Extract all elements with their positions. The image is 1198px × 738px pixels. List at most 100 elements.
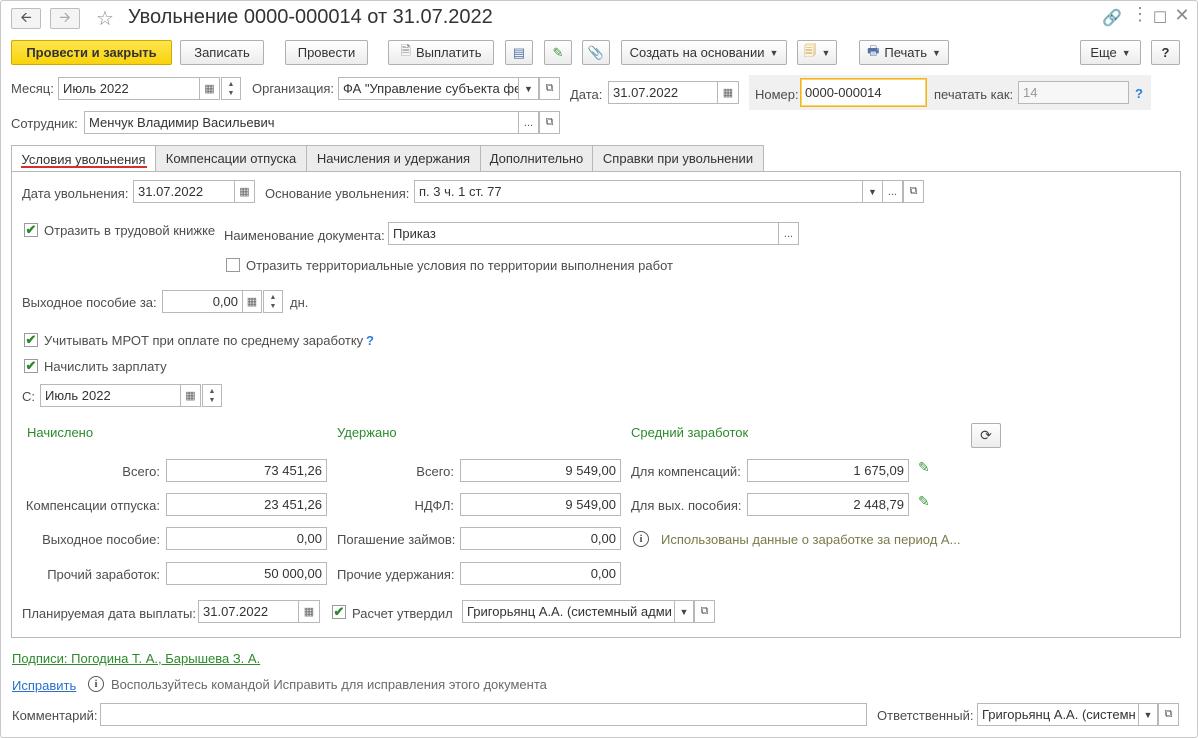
spin-down-icon: ▼ (208, 396, 216, 404)
month-input[interactable]: Июль 2022 (58, 77, 200, 100)
average-comp-label: Для компенсаций: (631, 464, 741, 479)
from-spinner[interactable]: ▲ ▼ (202, 384, 222, 407)
employee-open-button[interactable]: ⧉ (539, 111, 560, 134)
planned-date-calendar-button[interactable]: ▦ (298, 600, 320, 623)
employee-input[interactable]: Менчук Владимир Васильевич (84, 111, 519, 134)
maximize-icon[interactable]: ☐ (1150, 8, 1170, 28)
dismissal-date-calendar-button[interactable]: ▦ (234, 180, 255, 203)
close-icon[interactable]: ✕ (1172, 5, 1192, 26)
reason-dropdown-button[interactable]: ▼ (862, 180, 883, 203)
reason-open-button[interactable]: ⧉ (903, 180, 924, 203)
signatures-link[interactable]: Подписи: Погодина Т. А., Барышева З. А. (12, 651, 260, 666)
average-info-text[interactable]: Использованы данные о заработке за перио… (661, 532, 960, 547)
month-calendar-button[interactable]: ▦ (199, 77, 220, 100)
responsible-input[interactable]: Григорьянц А.А. (системн (977, 703, 1139, 726)
number-label: Номер: (755, 87, 799, 102)
print-as-input[interactable]: 14 (1018, 81, 1129, 104)
withheld-total-label: Всего: (416, 464, 454, 479)
reflect-workbook-checkbox[interactable]: ✔ (24, 223, 38, 237)
edit-postings-button[interactable]: ✎ (544, 40, 572, 65)
tab-accruals-deductions[interactable]: Начисления и удержания (306, 145, 481, 172)
severance-days-input[interactable]: 0,00 (162, 290, 243, 313)
severance-unit: дн. (290, 295, 309, 310)
number-input[interactable]: 0000-000014 (800, 78, 927, 107)
planned-date-label: Планируемая дата выплаты: (22, 606, 196, 621)
chevron-down-icon: ▼ (931, 47, 941, 58)
tab-dismissal-certificates[interactable]: Справки при увольнении (592, 145, 764, 172)
withheld-loans-value: 0,00 (460, 527, 621, 550)
date-input[interactable]: 31.07.2022 (608, 81, 718, 104)
employee-select-button[interactable]: ... (518, 111, 539, 134)
related-documents-button[interactable]: 🗐 ▼ (797, 40, 837, 65)
dismissal-date-input[interactable]: 31.07.2022 (133, 180, 235, 203)
accrued-vacation-value: 23 451,26 (166, 493, 327, 516)
ledger-button[interactable]: ▤ (505, 40, 533, 65)
comment-label: Комментарий: (12, 708, 98, 723)
responsible-dropdown-button[interactable]: ▼ (1138, 703, 1158, 726)
month-label: Месяц: (11, 81, 54, 96)
severance-calculator-button[interactable]: ▦ (242, 290, 262, 313)
approved-checkbox[interactable]: ✔ (332, 605, 346, 619)
dismissal-reason-label: Основание увольнения: (265, 186, 410, 201)
organization-open-button[interactable]: ⧉ (539, 77, 560, 100)
date-calendar-button[interactable]: ▦ (717, 81, 739, 104)
post-and-close-button[interactable]: Провести и закрыть (11, 40, 172, 65)
withheld-other-label: Прочие удержания: (337, 567, 455, 582)
chevron-down-icon: ▼ (524, 83, 533, 94)
comment-input[interactable] (100, 703, 867, 726)
tab-vacation-compensation[interactable]: Компенсации отпуска (155, 145, 307, 172)
open-icon: ⧉ (1164, 708, 1173, 720)
reason-select-button[interactable]: ... (882, 180, 903, 203)
doc-name-label: Наименование документа: (224, 228, 385, 243)
open-icon: ⧉ (909, 185, 918, 197)
approved-open-button[interactable]: ⧉ (694, 600, 715, 623)
organization-dropdown-button[interactable]: ▼ (518, 77, 539, 100)
responsible-open-button[interactable]: ⧉ (1158, 703, 1179, 726)
edit-comp-pencil-icon[interactable]: ✎ (918, 459, 930, 476)
help-button[interactable]: ? (1151, 40, 1180, 65)
fix-link[interactable]: Исправить (12, 678, 76, 693)
mrot-help-icon[interactable]: ? (366, 333, 374, 348)
accrued-total-label: Всего: (122, 464, 160, 479)
edit-sev-pencil-icon[interactable]: ✎ (918, 493, 930, 510)
approved-by-input[interactable]: Григорьянц А.А. (системный адми (462, 600, 675, 623)
attach-button[interactable]: 📎 (582, 40, 610, 65)
approved-dropdown-button[interactable]: ▼ (674, 600, 694, 623)
from-calendar-button[interactable]: ▦ (180, 384, 201, 407)
forward-button[interactable]: 🡪 (50, 8, 80, 29)
open-icon: ⧉ (700, 605, 709, 617)
checkmark-icon: ✔ (333, 604, 345, 619)
pay-button[interactable]: 🗎 Выплатить (388, 40, 494, 65)
print-as-help-icon[interactable]: ? (1135, 86, 1143, 101)
open-icon: ⧉ (545, 82, 554, 94)
more-icon[interactable]: ⋮ (1130, 4, 1150, 25)
withheld-ndfl-value: 9 549,00 (460, 493, 621, 516)
save-label: Записать (194, 45, 250, 60)
organization-input[interactable]: ФА "Управление субъекта фе (338, 77, 519, 100)
month-spinner[interactable]: ▲ ▼ (221, 77, 241, 100)
link-icon[interactable]: 🔗 (1102, 8, 1122, 28)
accrued-total-value: 73 451,26 (166, 459, 327, 482)
doc-name-input[interactable]: Приказ (388, 222, 779, 245)
back-button[interactable]: 🡨 (11, 8, 41, 29)
from-month-input[interactable]: Июль 2022 (40, 384, 181, 407)
doc-name-select-button[interactable]: ... (778, 222, 799, 245)
create-based-on-button[interactable]: Создать на основании ▼ (621, 40, 787, 65)
accrue-salary-checkbox[interactable]: ✔ (24, 359, 38, 373)
territorial-checkbox[interactable] (226, 258, 240, 272)
from-label: С: (22, 389, 35, 404)
refresh-button[interactable]: ⟳ (971, 423, 1001, 448)
chevron-down-icon: ▼ (1143, 709, 1153, 720)
tab-additional[interactable]: Дополнительно (480, 145, 593, 172)
severance-spinner[interactable]: ▲ ▼ (263, 290, 283, 313)
dismissal-reason-input[interactable]: п. 3 ч. 1 ст. 77 (414, 180, 863, 203)
star-icon[interactable]: ☆ (95, 6, 115, 31)
more-actions-button[interactable]: Еще ▼ (1080, 40, 1141, 65)
tab-dismissal-conditions[interactable]: Условия увольнения (11, 145, 156, 173)
mrot-checkbox[interactable]: ✔ (24, 333, 38, 347)
planned-date-input[interactable]: 31.07.2022 (198, 600, 299, 623)
save-button[interactable]: Записать (180, 40, 264, 65)
checkmark-icon: ✔ (25, 332, 37, 347)
post-button[interactable]: Провести (285, 40, 368, 65)
print-button[interactable]: 🖶 Печать ▼ (859, 40, 949, 65)
